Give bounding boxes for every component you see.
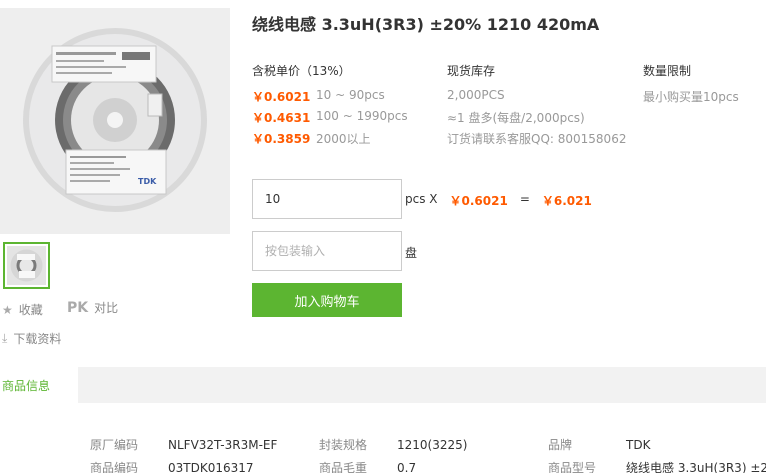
unit-price: ￥0.6021 [449, 194, 508, 208]
spec-value: 03TDK016317 [168, 461, 254, 473]
total-price: ￥6.021 [541, 194, 592, 208]
qty-unit: pcs X [405, 192, 438, 206]
tier-price: ￥0.3859 [252, 132, 311, 146]
stock-per-reel: ≈1 盘多(每盘/2,000pcs) [447, 111, 585, 125]
spec-key: 原厂编码 [90, 438, 139, 452]
thumbnail-image[interactable] [3, 242, 50, 289]
product-main-image: TDK [0, 8, 230, 234]
tier-price: ￥0.4631 [252, 111, 311, 125]
spec-item: 封装规格 1210(3225) [319, 436, 467, 453]
add-to-cart-button[interactable]: 加入购物车 [252, 283, 402, 317]
price-tier: ￥0.6021 10 ~ 90pcs [252, 88, 385, 105]
tier-price: ￥0.6021 [252, 90, 311, 104]
spec-key: 商品型号 [548, 461, 597, 473]
spec-key: 商品编码 [90, 461, 139, 473]
min-purchase: 最小购买量10pcs [643, 90, 739, 104]
price-tier: ￥0.3859 2000以上 [252, 130, 371, 147]
download-datasheet-button[interactable]: ⤓ 下载资料 [2, 330, 61, 347]
spec-item: 品牌 TDK [548, 436, 650, 453]
price-tier: ￥0.4631 100 ~ 1990pcs [252, 109, 408, 126]
spec-value: 0.7 [397, 461, 417, 473]
reel-quantity-input[interactable] [252, 231, 402, 271]
spec-item: 原厂编码 NLFV32T-3R3M-EF [90, 436, 277, 453]
spec-value: 1210(3225) [397, 438, 468, 452]
stock-qty: 2,000PCS [447, 88, 505, 102]
spec-key: 封装规格 [319, 438, 368, 452]
spec-value: TDK [626, 438, 651, 452]
compare-button[interactable]: PK 对比 [67, 299, 118, 316]
star-icon: ★ [2, 302, 13, 317]
tab-product-info[interactable]: 商品信息 [0, 367, 78, 403]
tier-range: 2000以上 [316, 132, 371, 146]
stock-header: 现货库存 [447, 64, 496, 78]
quantity-input[interactable] [252, 179, 402, 219]
spec-value: 绕线电感 3.3uH(3R3) ±20. [626, 461, 766, 473]
equals-sign: = [519, 192, 530, 206]
tdk-logo: TDK [138, 177, 157, 186]
price-calculation: pcs X ￥0.6021 = ￥6.021 [405, 192, 592, 209]
spec-item: 商品型号 绕线电感 3.3uH(3R3) ±20. [548, 459, 766, 473]
spec-item: 商品编码 03TDK016317 [90, 459, 254, 473]
tab-bar: 商品信息 [0, 367, 766, 403]
thumbnail-reel [10, 249, 43, 282]
price-header: 含税单价（13%） [252, 64, 351, 78]
tier-range: 100 ~ 1990pcs [316, 109, 408, 123]
product-title: 绕线电感 3.3uH(3R3) ±20% 1210 420mA [252, 15, 600, 34]
spec-value: NLFV32T-3R3M-EF [168, 438, 278, 452]
tier-range: 10 ~ 90pcs [316, 88, 385, 102]
spec-item: 商品毛重 0.7 [319, 459, 416, 473]
pk-icon: PK [67, 299, 89, 316]
order-contact: 订货请联系客服QQ: 800158062 [447, 132, 627, 146]
spec-key: 商品毛重 [319, 461, 368, 473]
spec-key: 品牌 [548, 438, 573, 452]
limit-header: 数量限制 [643, 64, 692, 78]
download-icon: ⤓ [2, 331, 8, 345]
reel-illustration: TDK [0, 8, 230, 234]
favorite-button[interactable]: ★ 收藏 [2, 301, 43, 318]
reel-unit: 盘 [405, 246, 418, 260]
